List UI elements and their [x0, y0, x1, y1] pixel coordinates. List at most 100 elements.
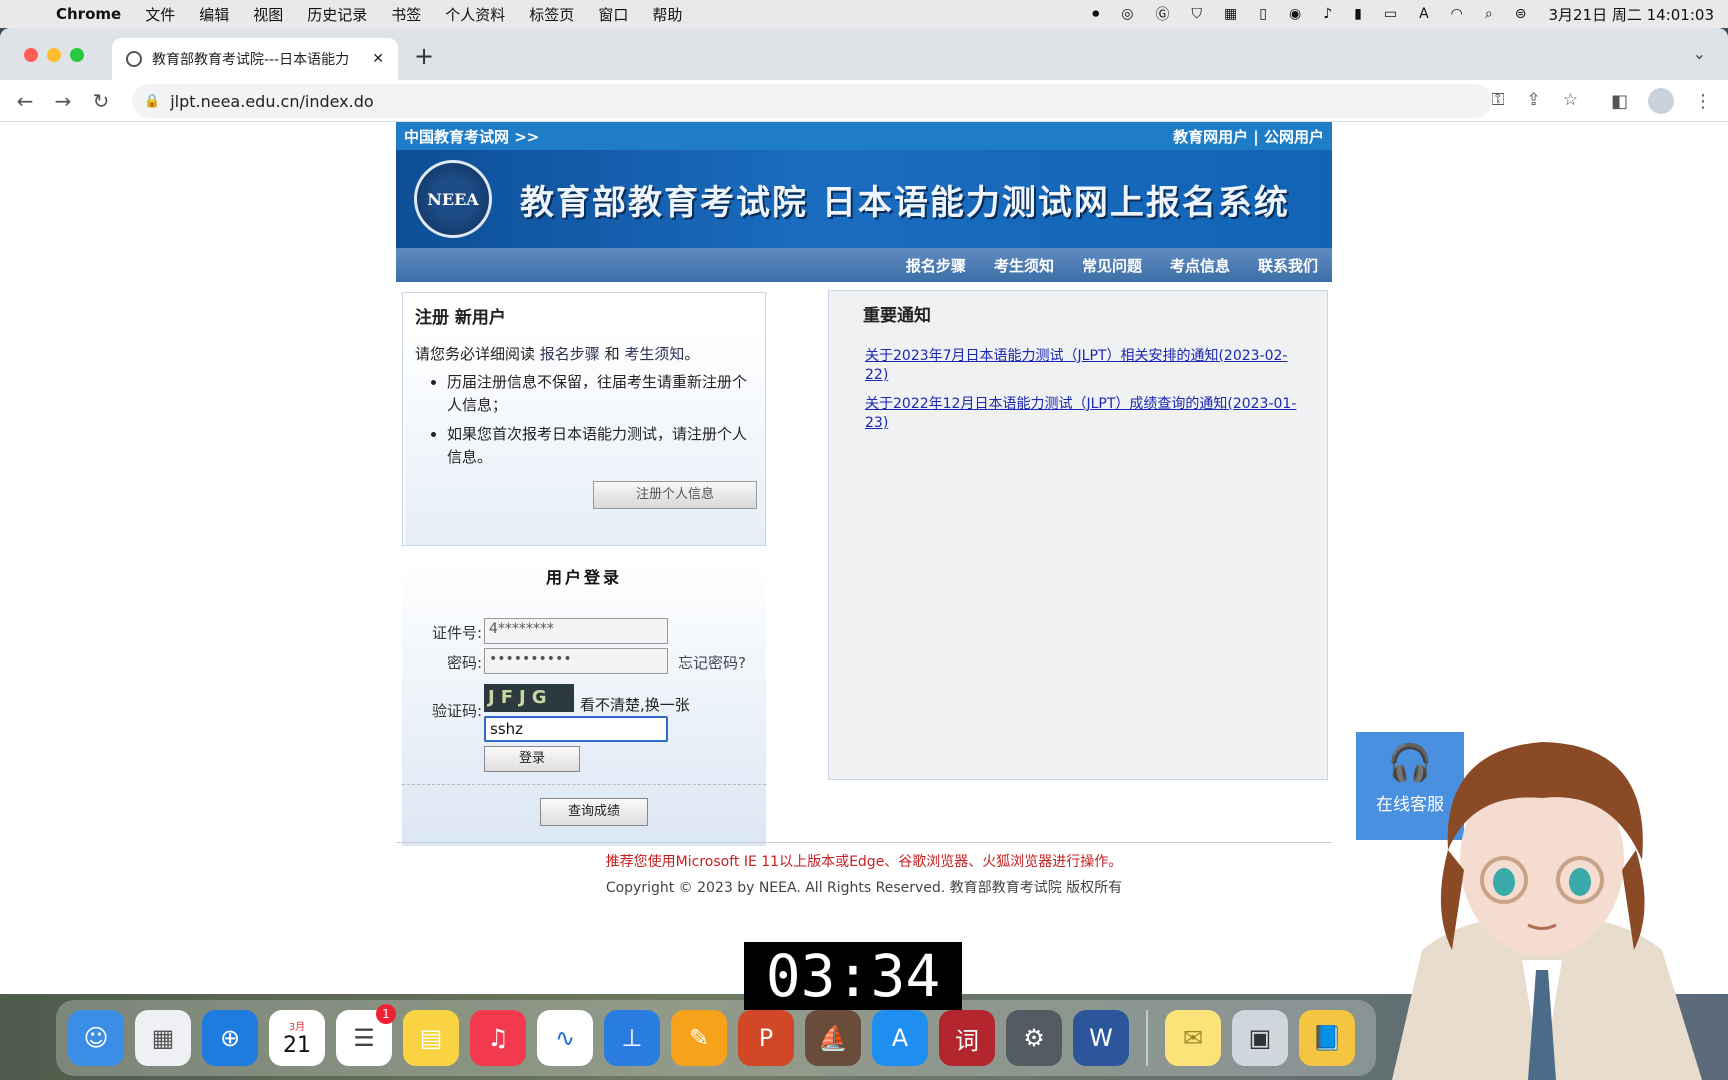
profile-avatar[interactable]: [1648, 88, 1674, 114]
id-number-input[interactable]: 4********: [484, 618, 668, 644]
macos-dock: ☺ ▦ ⊕ 3月 21 ☰ 1 ▤ ♫ ∿ ⊥ ✎ P ⛵ A 词 ⚙ W ✉ …: [56, 1000, 1376, 1076]
share-icon[interactable]: ⇪: [1527, 90, 1541, 110]
app-store-icon[interactable]: A: [872, 1010, 928, 1066]
list-item: 历届注册信息不保留，往届考生请重新注册个人信息；: [447, 371, 757, 417]
book-icon[interactable]: ▮: [1354, 6, 1362, 22]
notice-link[interactable]: 关于2022年12月日本语能力测试（JLPT）成绩查询的通知(2023-01-2…: [865, 395, 1309, 433]
captcha-input[interactable]: sshz: [484, 716, 668, 742]
finder-icon[interactable]: ☺: [68, 1010, 124, 1066]
nav-faq[interactable]: 常见问题: [1082, 255, 1142, 276]
nav-test-sites[interactable]: 考点信息: [1170, 255, 1230, 276]
site-top-strip: 中国教育考试网 >> 教育网用户 | 公网用户: [396, 122, 1332, 150]
word-icon[interactable]: W: [1073, 1010, 1129, 1066]
nav-contact-us[interactable]: 联系我们: [1258, 255, 1318, 276]
intro-suffix: 。: [684, 345, 700, 363]
record-icon[interactable]: ⏺: [1092, 6, 1099, 22]
zoom-window-button[interactable]: [70, 48, 84, 62]
menu-window[interactable]: 窗口: [598, 4, 628, 25]
login-button[interactable]: 登录: [484, 746, 580, 772]
register-notes: 历届注册信息不保留，往届考生请重新注册个人信息； 如果您首次报考日本语能力测试，…: [447, 371, 757, 475]
shield-icon[interactable]: ⛉: [1192, 6, 1203, 22]
tab-search-chevron-icon[interactable]: ⌄: [1693, 44, 1706, 63]
register-button[interactable]: 注册个人信息: [593, 481, 757, 509]
notes-icon[interactable]: ▤: [403, 1010, 459, 1066]
powerpoint-icon[interactable]: P: [738, 1010, 794, 1066]
input-method-icon[interactable]: A: [1419, 6, 1429, 22]
intro-link-steps[interactable]: 报名步骤: [540, 345, 600, 363]
menu-view[interactable]: 视图: [253, 4, 283, 25]
dictionary-icon[interactable]: 词: [939, 1010, 995, 1066]
minimize-window-button[interactable]: [47, 48, 61, 62]
lock-icon[interactable]: 🔒: [144, 94, 160, 109]
menu-edit[interactable]: 编辑: [199, 4, 229, 25]
password-label: 密码:: [446, 654, 482, 672]
login-panel: 用户登录 证件号: 4******** 密码: •••••••••• 忘记密码?…: [402, 558, 766, 846]
browser-tab[interactable]: 教育部教育考试院---日本语能力 ✕: [112, 38, 398, 80]
sidebar-icon[interactable]: ▯: [1259, 6, 1267, 22]
neea-home-link[interactable]: 中国教育考试网 >>: [404, 126, 539, 147]
hearing-icon[interactable]: ♪: [1323, 6, 1332, 22]
url-text[interactable]: jlpt.neea.edu.cn/index.do: [170, 92, 373, 111]
register-panel: 注册 新用户 请您务必详细阅读 报名步骤 和 考生须知。 历届注册信息不保留，往…: [402, 292, 766, 546]
safari-icon[interactable]: ⊕: [202, 1010, 258, 1066]
preview-icon[interactable]: ▣: [1232, 1010, 1288, 1066]
battery-icon[interactable]: ▭: [1384, 6, 1397, 22]
notice-link[interactable]: 关于2023年7月日本语能力测试（JLPT）相关安排的通知(2023-02-22…: [865, 347, 1309, 385]
control-center-icon[interactable]: ⊜: [1515, 6, 1527, 22]
captcha-image[interactable]: JFJG: [484, 684, 574, 712]
menu-app-name[interactable]: Chrome: [56, 5, 121, 23]
close-window-button[interactable]: [24, 48, 38, 62]
window-controls: [24, 48, 84, 62]
pages-icon[interactable]: ✎: [671, 1010, 727, 1066]
forgot-password-link[interactable]: 忘记密码?: [678, 652, 746, 673]
intro-link-notice[interactable]: 考生须知: [624, 345, 684, 363]
back-button[interactable]: ←: [6, 89, 44, 113]
menu-tab[interactable]: 标签页: [529, 4, 574, 25]
banner-title: 教育部教育考试院 日本语能力测试网上报名系统: [520, 182, 1290, 223]
calendar-month: 3月: [288, 1022, 306, 1033]
menu-profiles[interactable]: 个人资料: [445, 4, 505, 25]
menu-file[interactable]: 文件: [145, 4, 175, 25]
user-type-links[interactable]: 教育网用户 | 公网用户: [1173, 126, 1324, 147]
new-tab-button[interactable]: +: [414, 42, 434, 70]
stickies-icon[interactable]: ✉: [1165, 1010, 1221, 1066]
menu-history[interactable]: 历史记录: [307, 4, 367, 25]
wifi-icon[interactable]: ◠: [1451, 6, 1463, 22]
forward-button[interactable]: →: [44, 89, 82, 113]
vtuber-avatar: [1392, 742, 1702, 1080]
memory-icon[interactable]: ▦: [1224, 6, 1237, 22]
bookmark-star-icon[interactable]: ☆: [1563, 90, 1578, 110]
captcha-refresh-link[interactable]: 看不清楚,换一张: [580, 694, 690, 715]
menubar-clock[interactable]: 3月21日 周二 14:01:03: [1548, 4, 1714, 25]
airdrop-icon[interactable]: ◉: [1289, 6, 1301, 22]
register-intro: 请您务必详细阅读 报名步骤 和 考生须知。: [415, 343, 699, 364]
query-score-button[interactable]: 查询成绩: [540, 798, 648, 826]
grammarly-icon[interactable]: Ⓖ: [1156, 4, 1170, 24]
key-icon[interactable]: ⚿: [1492, 90, 1505, 110]
nav-candidate-notice[interactable]: 考生须知: [994, 255, 1054, 276]
reminders-icon[interactable]: ☰ 1: [336, 1004, 396, 1066]
music-icon[interactable]: ♫: [470, 1010, 526, 1066]
main-columns: 注册 新用户 请您务必详细阅读 报名步骤 和 考生须知。 历届注册信息不保留，往…: [396, 282, 1332, 862]
menu-help[interactable]: 帮助: [652, 4, 682, 25]
address-bar[interactable]: 🔒 jlpt.neea.edu.cn/index.do: [132, 84, 1492, 118]
menu-bookmarks[interactable]: 书签: [391, 4, 421, 25]
chrome-menu-icon[interactable]: ⋮: [1694, 91, 1712, 112]
password-input[interactable]: ••••••••••: [484, 648, 668, 674]
system-settings-icon[interactable]: ⚙: [1006, 1010, 1062, 1066]
launchpad-icon[interactable]: ▦: [135, 1010, 191, 1066]
side-panel-icon[interactable]: ◧: [1611, 91, 1628, 112]
textbook-icon[interactable]: 📘: [1299, 1010, 1355, 1066]
calendar-icon[interactable]: 3月 21: [269, 1010, 325, 1066]
reload-button[interactable]: ↻: [82, 89, 120, 113]
freeform-icon[interactable]: ∿: [537, 1010, 593, 1066]
nav-registration-steps[interactable]: 报名步骤: [906, 255, 966, 276]
creative-cloud-icon[interactable]: ◎: [1121, 6, 1133, 22]
keynote-icon[interactable]: ⊥: [604, 1010, 660, 1066]
sailing-app-icon[interactable]: ⛵: [805, 1010, 861, 1066]
recording-timer: 03:34: [744, 942, 962, 1010]
intro-and: 和: [604, 345, 620, 363]
globe-icon: [126, 51, 142, 67]
spotlight-icon[interactable]: ⌕: [1485, 6, 1493, 22]
close-tab-icon[interactable]: ✕: [372, 51, 384, 67]
